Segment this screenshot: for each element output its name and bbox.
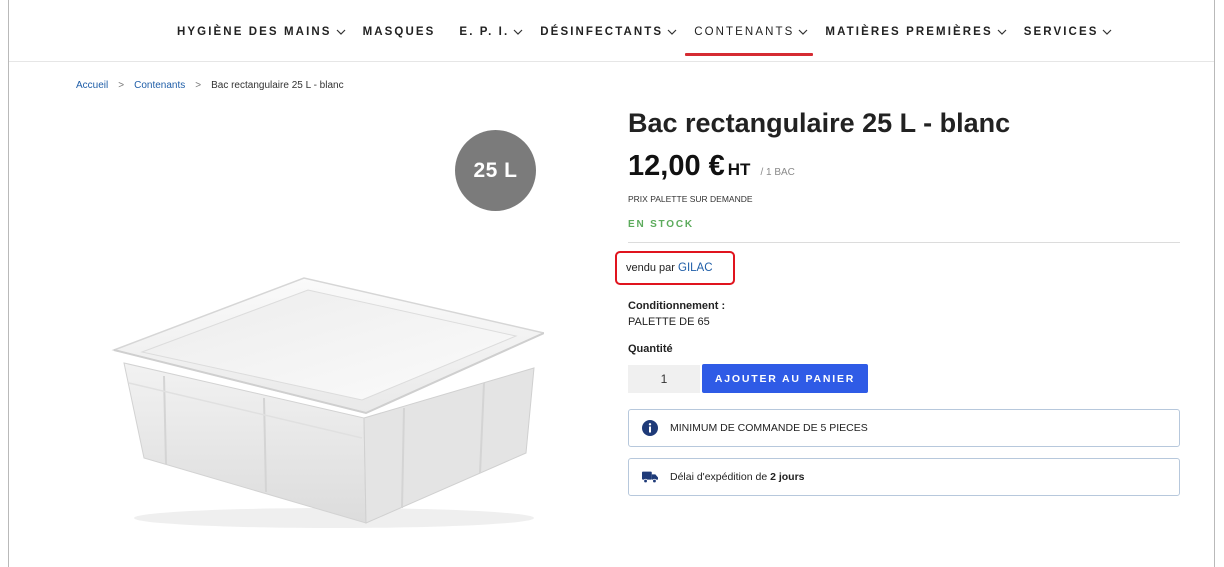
price-row: 12,00 € HT / 1 BAC bbox=[628, 150, 795, 183]
shipping-prefix: Délai d'expédition de bbox=[670, 471, 768, 483]
nav-item-hygiene[interactable]: HYGIÈNE DES MAINS bbox=[177, 26, 346, 38]
nav-item-label: DÉSINFECTANTS bbox=[540, 26, 664, 38]
nav-item-desinfectants[interactable]: DÉSINFECTANTS bbox=[540, 26, 677, 38]
breadcrumb: Accueil > Contenants > Bac rectangulaire… bbox=[76, 80, 344, 91]
seller-prefix: vendu par bbox=[626, 262, 675, 274]
nav-item-label: CONTENANTS bbox=[694, 26, 795, 38]
conditionnement-value: PALETTE DE 65 bbox=[628, 316, 710, 328]
chevron-right-icon: > bbox=[195, 80, 202, 91]
quantity-input[interactable] bbox=[628, 365, 700, 393]
nav-item-label: MASQUES bbox=[362, 26, 436, 38]
nav-item-label: SERVICES bbox=[1023, 26, 1099, 38]
product-price: 12,00 € bbox=[628, 150, 725, 182]
product-title: Bac rectangulaire 25 L - blanc bbox=[628, 108, 1011, 138]
price-unit: / 1 BAC bbox=[760, 167, 795, 178]
active-nav-underline bbox=[685, 53, 814, 56]
chevron-down-icon bbox=[667, 29, 677, 35]
nav-item-contenants[interactable]: CONTENANTS bbox=[685, 26, 814, 56]
page-frame: HYGIÈNE DES MAINS MASQUES E. P. I. DÉSIN… bbox=[8, 0, 1215, 567]
chevron-down-icon bbox=[513, 29, 523, 35]
price-suffix: HT bbox=[727, 160, 751, 179]
chevron-down-icon bbox=[336, 29, 345, 35]
shipping-text: Délai d'expédition de 2 jours bbox=[670, 471, 805, 483]
palette-price-note: PRIX PALETTE SUR DEMANDE bbox=[628, 194, 753, 204]
seller-info: vendu par GILAC bbox=[626, 262, 713, 274]
breadcrumb-category-link[interactable]: Contenants bbox=[134, 80, 185, 91]
chevron-down-icon bbox=[798, 29, 808, 35]
nav-item-matieres[interactable]: MATIÈRES PREMIÈRES bbox=[825, 26, 1007, 38]
stock-status: EN STOCK bbox=[628, 219, 694, 230]
breadcrumb-current: Bac rectangulaire 25 L - blanc bbox=[211, 80, 344, 91]
nav-item-services[interactable]: SERVICES bbox=[1024, 26, 1113, 38]
breadcrumb-home-link[interactable]: Accueil bbox=[76, 80, 108, 91]
seller-link[interactable]: GILAC bbox=[678, 262, 713, 274]
truck-icon bbox=[642, 469, 658, 485]
volume-badge: 25 L bbox=[455, 130, 536, 211]
nav-item-epi[interactable]: E. P. I. bbox=[459, 26, 523, 38]
min-order-notice: MINIMUM DE COMMANDE DE 5 PIECES bbox=[628, 409, 1180, 447]
volume-badge-label: 25 L bbox=[473, 158, 518, 182]
min-order-text: MINIMUM DE COMMANDE DE 5 PIECES bbox=[670, 422, 868, 434]
nav-item-label: HYGIÈNE DES MAINS bbox=[177, 26, 332, 38]
quantity-label: Quantité bbox=[628, 343, 673, 355]
chevron-down-icon bbox=[1103, 29, 1112, 35]
divider bbox=[628, 242, 1180, 243]
nav-item-label: E. P. I. bbox=[459, 26, 510, 38]
add-to-cart-button[interactable]: AJOUTER AU PANIER bbox=[702, 364, 868, 393]
conditionnement-label: Conditionnement : bbox=[628, 300, 726, 312]
shipping-notice: Délai d'expédition de 2 jours bbox=[628, 458, 1180, 496]
nav-item-label: MATIÈRES PREMIÈRES bbox=[825, 26, 993, 38]
chevron-down-icon bbox=[997, 29, 1007, 35]
nav-list: HYGIÈNE DES MAINS MASQUES E. P. I. DÉSIN… bbox=[177, 26, 1129, 56]
info-icon bbox=[642, 420, 658, 436]
main-nav: HYGIÈNE DES MAINS MASQUES E. P. I. DÉSIN… bbox=[9, 0, 1214, 62]
shipping-days: 2 jours bbox=[770, 471, 805, 483]
product-image[interactable] bbox=[104, 268, 544, 533]
chevron-right-icon: > bbox=[118, 80, 125, 91]
nav-item-masques[interactable]: MASQUES bbox=[363, 26, 436, 38]
